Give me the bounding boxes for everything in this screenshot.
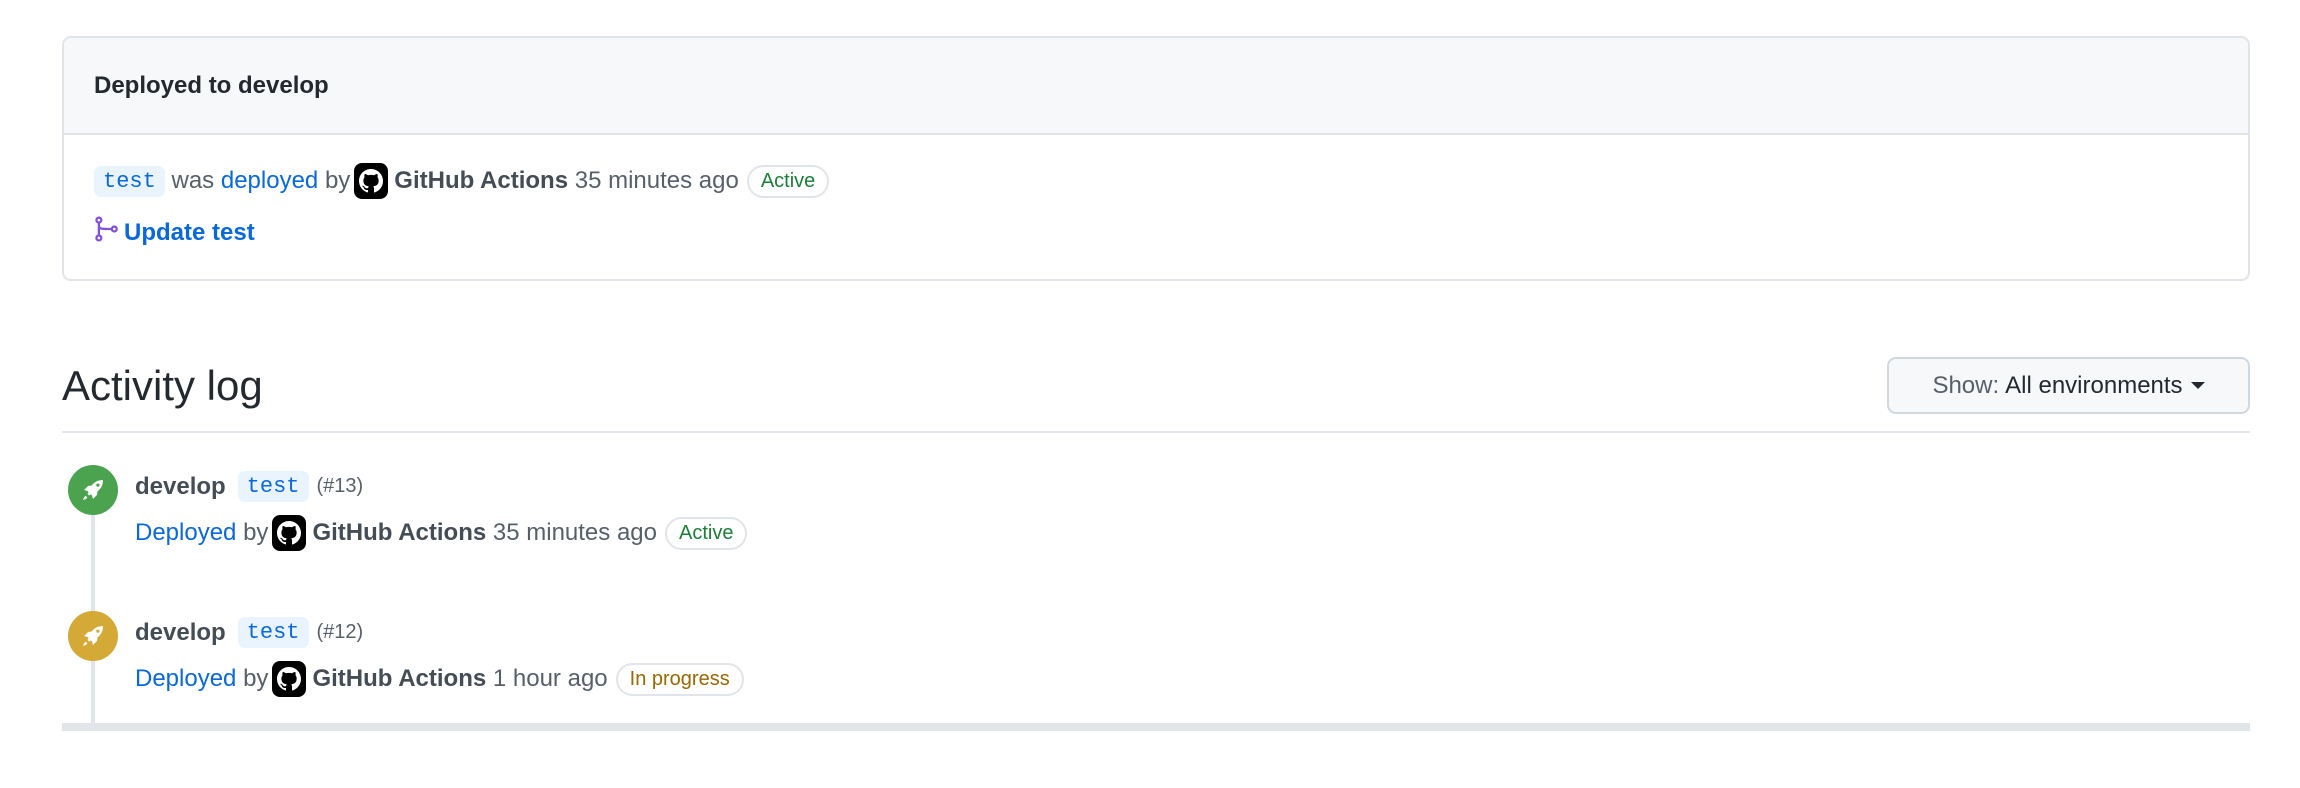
deploy-time: 35 minutes ago: [492, 519, 657, 546]
github-actions-avatar-icon[interactable]: [354, 163, 389, 199]
status-badge: Active: [664, 516, 748, 550]
commit-link[interactable]: Update test: [124, 219, 255, 247]
git-commit-icon: [94, 215, 120, 250]
rocket-icon: [68, 611, 118, 661]
filter-label: Show:: [1932, 371, 2000, 399]
activity-log-heading: Activity log: [62, 362, 263, 409]
deployment-number: (#12): [316, 621, 364, 643]
timeline-end-bar: [62, 723, 2250, 731]
by-text: by: [243, 665, 269, 692]
environment-name[interactable]: develop: [135, 619, 226, 647]
deployed-link[interactable]: Deployed: [135, 519, 236, 547]
deployed-link[interactable]: deployed: [221, 167, 318, 195]
caret-down-icon: [2190, 382, 2205, 389]
environment-name[interactable]: develop: [135, 473, 226, 501]
deployment-number: (#13): [316, 475, 364, 497]
actor-name[interactable]: GitHub Actions: [312, 519, 486, 547]
github-actions-avatar-icon[interactable]: [272, 515, 307, 551]
by-text: by: [324, 167, 351, 194]
timeline-line: [91, 490, 95, 726]
github-actions-avatar-icon[interactable]: [272, 661, 307, 697]
actor-name[interactable]: GitHub Actions: [394, 167, 568, 195]
deployment-card: Deployed to develop test was deployed by…: [62, 36, 2250, 281]
activity-entry-details: Deployed by GitHub Actions 1 hour ago In…: [135, 661, 744, 697]
deployment-summary: test was deployed by GitHub Actions 35 m…: [94, 163, 830, 199]
status-badge: Active: [746, 164, 830, 198]
environment-filter-dropdown[interactable]: Show: All environments: [1887, 357, 2250, 414]
deploy-time: 1 hour ago: [492, 665, 608, 692]
ref-label[interactable]: test: [237, 617, 309, 648]
by-text: by: [243, 519, 269, 546]
activity-entry-title: develop test (#12): [135, 617, 363, 648]
actor-name[interactable]: GitHub Actions: [312, 665, 486, 693]
status-badge: In progress: [615, 662, 744, 696]
deploy-time: 35 minutes ago: [574, 167, 739, 194]
activity-entry-details: Deployed by GitHub Actions 35 minutes ag…: [135, 515, 748, 551]
was-text: was: [171, 167, 215, 194]
divider: [62, 431, 2250, 433]
filter-value: All environments: [2005, 371, 2183, 399]
activity-entry-title: develop test (#13): [135, 471, 363, 502]
ref-label[interactable]: test: [94, 165, 165, 197]
rocket-icon: [68, 465, 118, 515]
commit-row: Update test: [94, 215, 255, 250]
deployment-title: Deployed to develop: [64, 38, 2248, 135]
ref-label[interactable]: test: [237, 471, 309, 502]
deployed-link[interactable]: Deployed: [135, 665, 236, 693]
